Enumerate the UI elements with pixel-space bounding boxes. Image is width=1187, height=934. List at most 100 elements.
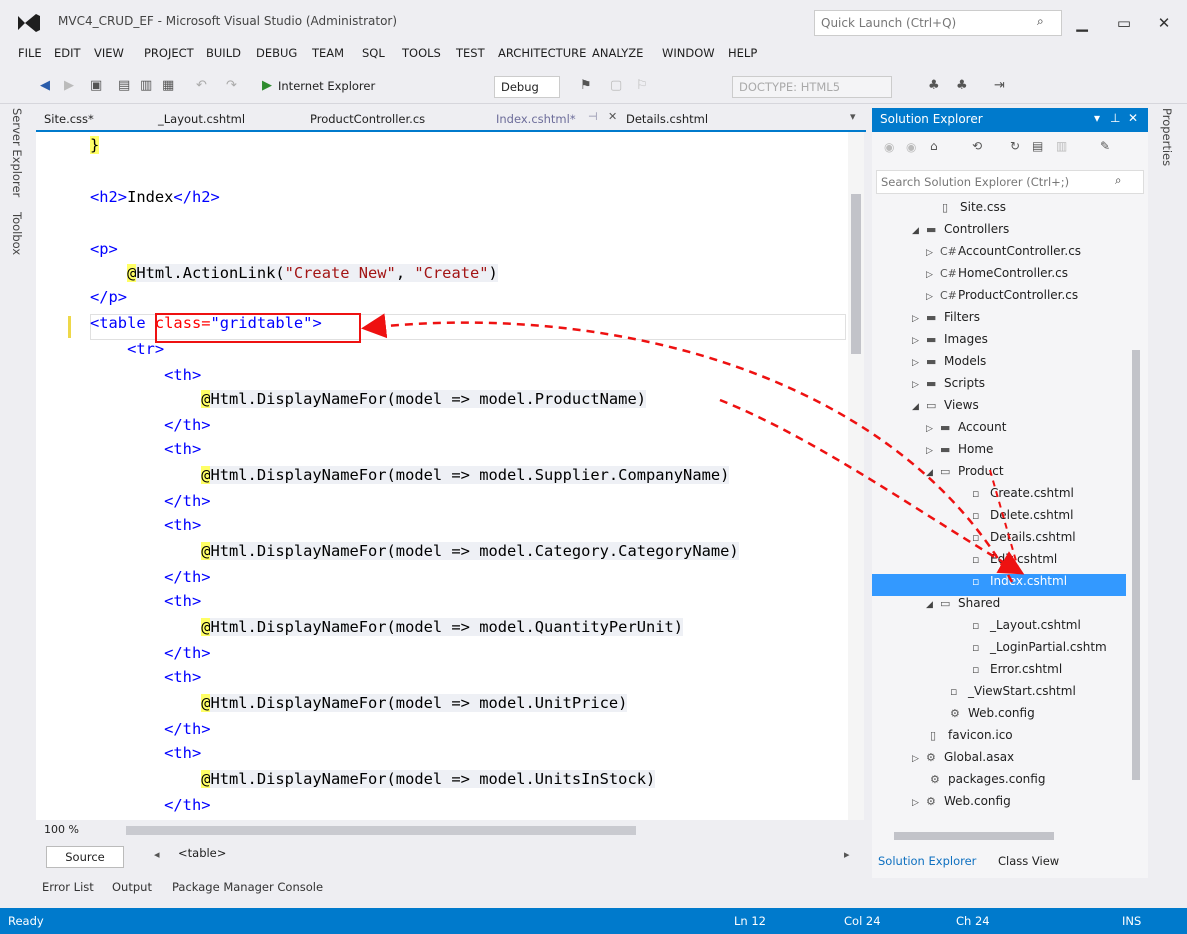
back-icon[interactable]: ◉ bbox=[884, 140, 894, 154]
tree-item-site-css[interactable]: ▯ Site.css bbox=[942, 200, 1006, 222]
tab-site-css[interactable]: Site.css* bbox=[44, 112, 94, 126]
breadcrumb[interactable]: <table> bbox=[178, 846, 226, 860]
expanded-arrow-icon[interactable]: ◢ bbox=[926, 600, 940, 610]
menu-tools[interactable]: TOOLS bbox=[402, 46, 441, 60]
redo-icon[interactable]: ↷ bbox=[226, 78, 237, 93]
server-explorer-tab[interactable]: Server Explorer bbox=[10, 108, 24, 197]
forward-icon[interactable]: ◉ bbox=[906, 140, 916, 154]
tree-item-controllers[interactable]: ◢ ▬ Controllers bbox=[912, 222, 1009, 244]
format-selection-icon[interactable]: ♣ bbox=[956, 78, 968, 93]
tab-error-list[interactable]: Error List bbox=[42, 880, 94, 894]
tree-item-favicon[interactable]: ▯ favicon.ico bbox=[930, 728, 1013, 750]
tree-item-web-config[interactable]: ▷ ⚙ Web.config bbox=[912, 794, 1011, 816]
code-editor[interactable]: } <h2>Index</h2> <p> @Html.ActionLink("C… bbox=[36, 132, 864, 820]
menu-edit[interactable]: EDIT bbox=[54, 46, 81, 60]
collapsed-arrow-icon[interactable]: ▷ bbox=[926, 270, 940, 280]
home-icon[interactable]: ⌂ bbox=[930, 139, 938, 153]
close-panel-icon[interactable]: ✕ bbox=[1128, 111, 1138, 125]
collapsed-arrow-icon[interactable]: ▷ bbox=[912, 754, 926, 764]
tree-item-global-asax[interactable]: ▷ ⚙ Global.asax bbox=[912, 750, 1014, 772]
tree-item-index-selected[interactable]: ▫ Index.cshtml bbox=[872, 574, 1126, 596]
show-all-files-icon[interactable]: ▥ bbox=[1056, 139, 1067, 153]
menu-architecture[interactable]: ARCHITECTURE bbox=[498, 46, 586, 60]
tree-item-shared[interactable]: ◢ ▭ Shared bbox=[926, 596, 1000, 618]
dropdown-icon[interactable]: ▾ bbox=[1094, 111, 1100, 125]
tree-item-product-controller[interactable]: ▷ C#ProductController.cs bbox=[926, 288, 1078, 310]
menu-help[interactable]: HELP bbox=[728, 46, 757, 60]
pin-icon[interactable]: ⊥ bbox=[1110, 111, 1120, 125]
close-button[interactable]: ✕ bbox=[1146, 8, 1182, 38]
collapsed-arrow-icon[interactable]: ▷ bbox=[912, 798, 926, 808]
quick-launch-input[interactable]: Quick Launch (Ctrl+Q) ⌕ bbox=[814, 10, 1062, 36]
new-project-icon[interactable]: ▣ bbox=[90, 78, 102, 93]
tab-solution-explorer[interactable]: Solution Explorer bbox=[878, 854, 976, 868]
tree-item-details[interactable]: ▫ Details.cshtml bbox=[972, 530, 1076, 552]
comment-icon[interactable]: ▢ bbox=[610, 78, 622, 93]
start-debug-icon[interactable]: ▶ bbox=[262, 78, 272, 93]
tree-item-home-controller[interactable]: ▷ C#HomeController.cs bbox=[926, 266, 1068, 288]
tree-item-product[interactable]: ◢ ▭ Product bbox=[926, 464, 1004, 486]
expanded-arrow-icon[interactable]: ◢ bbox=[926, 468, 940, 478]
collapsed-arrow-icon[interactable]: ▷ bbox=[912, 380, 926, 390]
tree-item-login-partial[interactable]: ▫ _LoginPartial.cshtm bbox=[972, 640, 1107, 662]
tab-index[interactable]: Index.cshtml* bbox=[496, 112, 576, 126]
forward-icon[interactable]: ▶ bbox=[64, 78, 74, 93]
tab-class-view[interactable]: Class View bbox=[998, 854, 1059, 868]
tree-item-error[interactable]: ▫ Error.cshtml bbox=[972, 662, 1062, 684]
tree-item-create[interactable]: ▫ Create.cshtml bbox=[972, 486, 1074, 508]
menu-team[interactable]: TEAM bbox=[312, 46, 344, 60]
tree-item-views-webconfig[interactable]: ⚙ Web.config bbox=[950, 706, 1035, 728]
close-tab-icon[interactable]: ✕ bbox=[608, 110, 617, 123]
properties-icon[interactable]: ✎ bbox=[1100, 139, 1110, 153]
menu-analyze[interactable]: ANALYZE bbox=[592, 46, 643, 60]
menu-debug[interactable]: DEBUG bbox=[256, 46, 297, 60]
tab-list-icon[interactable]: ▾ bbox=[850, 110, 856, 123]
expand-icon[interactable]: ▸ bbox=[844, 848, 850, 861]
menu-sql[interactable]: SQL bbox=[362, 46, 385, 60]
tree-item-models[interactable]: ▷ ▬ Models bbox=[912, 354, 986, 376]
collapsed-arrow-icon[interactable]: ▷ bbox=[926, 424, 940, 434]
browser-selector[interactable]: Internet Explorer bbox=[278, 79, 375, 93]
save-all-icon[interactable]: ▦ bbox=[162, 78, 174, 93]
expanded-arrow-icon[interactable]: ◢ bbox=[912, 402, 926, 412]
toolbox-tab[interactable]: Toolbox bbox=[10, 212, 24, 255]
doctype-dropdown[interactable]: DOCTYPE: HTML5 bbox=[732, 76, 892, 98]
tab-details[interactable]: Details.cshtml bbox=[626, 112, 708, 126]
attach-icon[interactable]: ⚑ bbox=[580, 78, 592, 93]
bookmark-icon[interactable]: ⚐ bbox=[636, 78, 648, 93]
undo-icon[interactable]: ↶ bbox=[196, 78, 207, 93]
tree-item-account-controller[interactable]: ▷ C#AccountController.cs bbox=[926, 244, 1081, 266]
back-icon[interactable]: ◀ bbox=[40, 78, 50, 93]
pin-icon[interactable]: ⊣ bbox=[588, 110, 598, 123]
editor-vertical-scrollbar[interactable] bbox=[848, 132, 864, 820]
collapse-icon[interactable]: ◂ bbox=[154, 848, 160, 861]
menu-file[interactable]: FILE bbox=[18, 46, 42, 60]
indent-icon[interactable]: ⇥ bbox=[994, 78, 1005, 93]
maximize-button[interactable]: ▭ bbox=[1106, 8, 1142, 38]
solution-horizontal-scrollbar[interactable] bbox=[880, 830, 1120, 842]
tree-item-scripts[interactable]: ▷ ▬ Scripts bbox=[912, 376, 985, 398]
tree-item-packages-config[interactable]: ⚙ packages.config bbox=[930, 772, 1045, 794]
menu-project[interactable]: PROJECT bbox=[144, 46, 194, 60]
collapsed-arrow-icon[interactable]: ▷ bbox=[926, 292, 940, 302]
sync-icon[interactable]: ⟲ bbox=[972, 139, 982, 153]
tab-output[interactable]: Output bbox=[112, 880, 152, 894]
menu-test[interactable]: TEST bbox=[456, 46, 485, 60]
source-view-button[interactable]: Source bbox=[46, 846, 124, 868]
editor-horizontal-scrollbar[interactable] bbox=[126, 826, 636, 835]
properties-tab[interactable]: Properties bbox=[1160, 108, 1174, 166]
tab-layout[interactable]: _Layout.cshtml bbox=[158, 112, 245, 126]
refresh-icon[interactable]: ↻ bbox=[1010, 139, 1020, 153]
tab-product-controller[interactable]: ProductController.cs bbox=[310, 112, 425, 126]
collapsed-arrow-icon[interactable]: ▷ bbox=[912, 336, 926, 346]
collapsed-arrow-icon[interactable]: ▷ bbox=[912, 314, 926, 324]
format-icon[interactable]: ♣ bbox=[928, 78, 940, 93]
save-icon[interactable]: ▥ bbox=[140, 78, 152, 93]
tree-item-home[interactable]: ▷ ▬ Home bbox=[926, 442, 993, 464]
menu-window[interactable]: WINDOW bbox=[662, 46, 715, 60]
collapsed-arrow-icon[interactable]: ▷ bbox=[926, 248, 940, 258]
tree-item-delete[interactable]: ▫ Delete.cshtml bbox=[972, 508, 1073, 530]
collapsed-arrow-icon[interactable]: ▷ bbox=[926, 446, 940, 456]
solution-search-input[interactable]: Search Solution Explorer (Ctrl+;) ⌕ bbox=[876, 170, 1144, 194]
solution-vertical-scrollbar[interactable] bbox=[1128, 200, 1144, 840]
